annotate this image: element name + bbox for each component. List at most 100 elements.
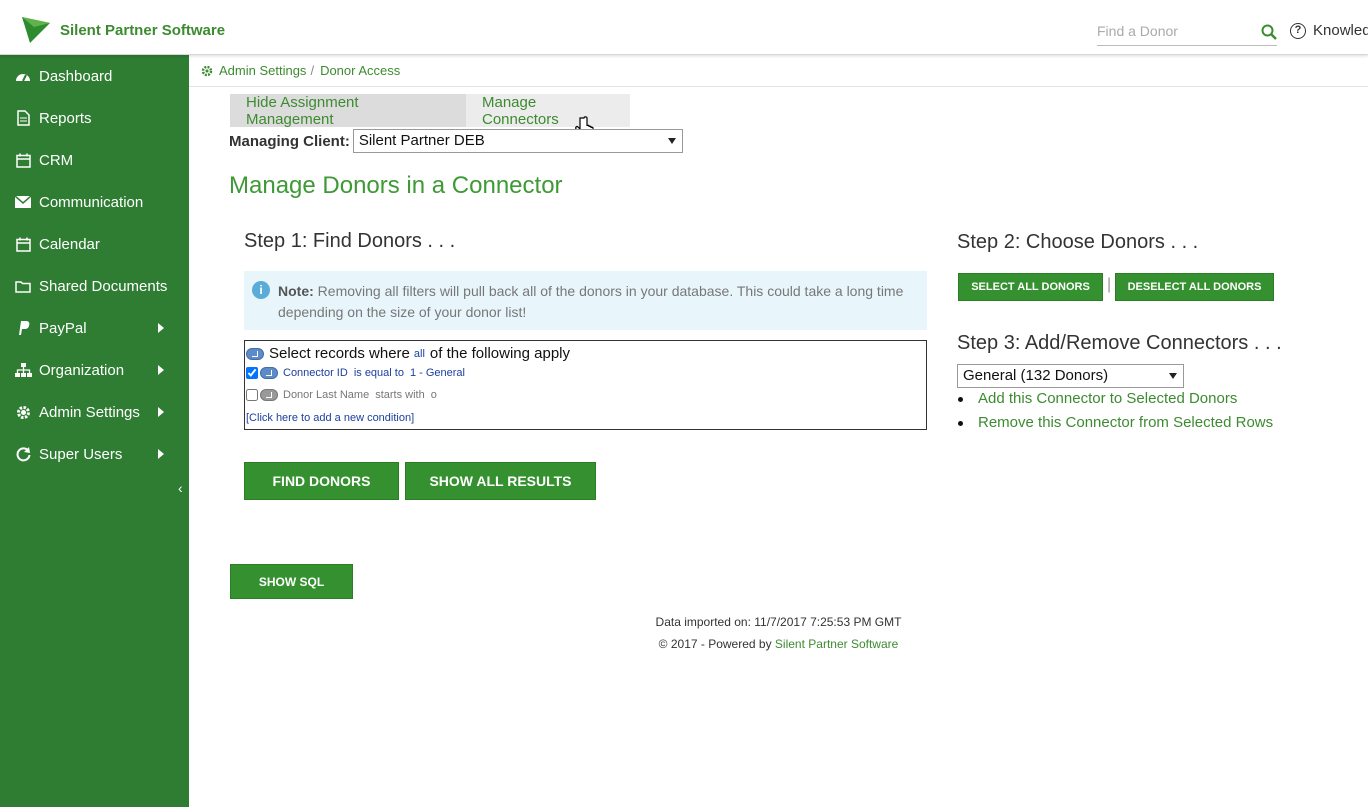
select-all-donors-button[interactable]: SELECT ALL DONORS [958, 273, 1103, 301]
sidebar-item-calendar[interactable]: Calendar [0, 223, 189, 265]
step1-heading: Step 1: Find Donors . . . [244, 230, 456, 252]
filter-condition-row: Donor Last Name starts with o [246, 389, 437, 401]
breadcrumb-donor-access[interactable]: Donor Access [320, 63, 400, 78]
add-condition-link[interactable]: [Click here to add a new condition] [246, 412, 414, 424]
connector-select-value: General (132 Donors) [963, 367, 1109, 384]
knowledge-label: Knowledge [1313, 22, 1368, 39]
tab-manage-connectors[interactable]: Manage Connectors [466, 94, 630, 128]
folder-icon [14, 277, 32, 295]
condition-menu-icon[interactable] [260, 367, 278, 379]
sidebar-item-communication[interactable]: Communication [0, 181, 189, 223]
condition-field[interactable]: Donor Last Name [283, 389, 369, 401]
condition-operator[interactable]: starts with [375, 389, 425, 401]
breadcrumb: Admin Settings / Donor Access [201, 63, 400, 78]
chevron-down-icon [1169, 373, 1177, 379]
sidebar-item-shared-documents[interactable]: Shared Documents [0, 265, 189, 307]
footer-brand-link[interactable]: Silent Partner Software [775, 637, 898, 651]
sidebar-item-label: Calendar [39, 235, 100, 253]
condition-value[interactable]: 1 - General [410, 367, 465, 379]
note-callout: i Note: Removing all filters will pull b… [244, 271, 927, 330]
chevron-right-icon [158, 449, 164, 459]
filter-menu-icon[interactable] [246, 347, 264, 360]
brand-logo[interactable]: Silent Partner Software [20, 15, 225, 45]
filter-condition-row: Connector ID is equal to 1 - General [246, 367, 465, 379]
breadcrumb-separator: / [310, 63, 315, 78]
find-donors-button[interactable]: FIND DONORS [244, 462, 399, 500]
collapse-sidebar-button[interactable]: ‹ [178, 480, 183, 496]
filter-mode-link[interactable]: all [414, 348, 425, 360]
remove-connector-link[interactable]: Remove this Connector from Selected Rows [958, 413, 1273, 437]
sidebar-item-label: Organization [39, 361, 125, 379]
sidebar: Dashboard Reports CRM Communication Calendar… [0, 55, 189, 807]
filter-header-suffix: of the following apply [429, 345, 571, 362]
sidebar-item-dashboard[interactable]: Dashboard [0, 55, 189, 97]
sidebar-item-label: Admin Settings [39, 403, 140, 421]
add-connector-link[interactable]: Add this Connector to Selected Donors [958, 389, 1273, 413]
sidebar-item-organization[interactable]: Organization [0, 349, 189, 391]
chevron-right-icon [158, 365, 164, 375]
connector-select[interactable]: General (132 Donors) [957, 364, 1184, 388]
sidebar-item-label: Dashboard [39, 67, 113, 85]
document-icon [14, 109, 32, 127]
sitemap-icon [14, 361, 32, 379]
sidebar-item-super-users[interactable]: Super Users [0, 433, 189, 475]
sidebar-item-label: Super Users [39, 445, 123, 463]
show-all-results-button[interactable]: SHOW ALL RESULTS [405, 462, 596, 500]
search-icon[interactable] [1261, 24, 1277, 40]
chevron-right-icon [158, 407, 164, 417]
sidebar-item-crm[interactable]: CRM [0, 139, 189, 181]
breadcrumb-admin-settings[interactable]: Admin Settings [219, 63, 306, 78]
breadcrumb-divider [189, 86, 1368, 87]
condition-checkbox[interactable] [246, 367, 258, 379]
note-text: Removing all filters will pull back all … [278, 283, 904, 320]
sidebar-item-label: CRM [39, 151, 74, 169]
donor-search [1097, 18, 1277, 46]
condition-field[interactable]: Connector ID [283, 367, 348, 379]
filter-builder: Select records where all of the followin… [244, 340, 927, 430]
brand-name: Silent Partner Software [60, 21, 226, 39]
donor-search-input[interactable] [1097, 18, 1257, 44]
filter-header: Select records where all of the followin… [246, 345, 570, 362]
note-label: Note: [278, 283, 314, 299]
calendar-icon [14, 151, 32, 169]
calendar-icon [14, 235, 32, 253]
sidebar-item-label: PayPal [39, 319, 87, 337]
condition-menu-icon[interactable] [260, 389, 278, 401]
sidebar-item-label: Communication [39, 193, 144, 211]
knowledge-link[interactable]: ? Knowledge [1290, 22, 1368, 39]
condition-checkbox[interactable] [246, 389, 258, 401]
managing-client-label: Managing Client: [229, 132, 350, 150]
managing-client-select[interactable]: Silent Partner DEB [352, 129, 683, 153]
connector-actions: Add this Connector to Selected Donors Re… [958, 389, 1273, 437]
gear-icon [201, 65, 213, 76]
logo-icon [22, 17, 50, 43]
paypal-icon [14, 319, 32, 337]
show-sql-button[interactable]: SHOW SQL [230, 564, 353, 599]
step2-heading: Step 2: Choose Donors . . . [957, 231, 1199, 253]
sidebar-item-reports[interactable]: Reports [0, 97, 189, 139]
filter-header-prefix: Select records where [269, 345, 410, 362]
condition-operator[interactable]: is equal to [354, 367, 404, 379]
page-title: Manage Donors in a Connector [229, 172, 563, 199]
chevron-right-icon [158, 323, 164, 333]
step3-heading: Step 3: Add/Remove Connectors . . . [957, 332, 1282, 354]
condition-value[interactable]: o [431, 389, 437, 401]
copyright: © 2017 - Powered by Silent Partner Softw… [189, 637, 1368, 651]
import-timestamp: Data imported on: 11/7/2017 7:25:53 PM G… [655, 615, 902, 629]
deselect-all-donors-button[interactable]: DESELECT ALL DONORS [1115, 273, 1274, 301]
chevron-down-icon [667, 138, 676, 144]
sidebar-item-paypal[interactable]: PayPal [0, 307, 189, 349]
sidebar-item-admin-settings[interactable]: Admin Settings [0, 391, 189, 433]
question-icon: ? [1290, 22, 1306, 39]
gear-icon [14, 403, 32, 421]
sidebar-item-label: Shared Documents [39, 277, 168, 295]
sidebar-item-label: Reports [39, 109, 92, 127]
tab-bar: Hide Assignment Management Manage Connec… [230, 94, 630, 128]
dashboard-icon [14, 67, 32, 85]
top-bar: Silent Partner Software ? Knowledge [0, 0, 1368, 55]
info-icon: i [252, 281, 270, 299]
managing-client-value: Silent Partner DEB [358, 132, 485, 149]
tab-hide-assignment-management[interactable]: Hide Assignment Management [230, 94, 466, 128]
button-divider: | [1107, 276, 1112, 293]
refresh-icon [14, 445, 32, 463]
